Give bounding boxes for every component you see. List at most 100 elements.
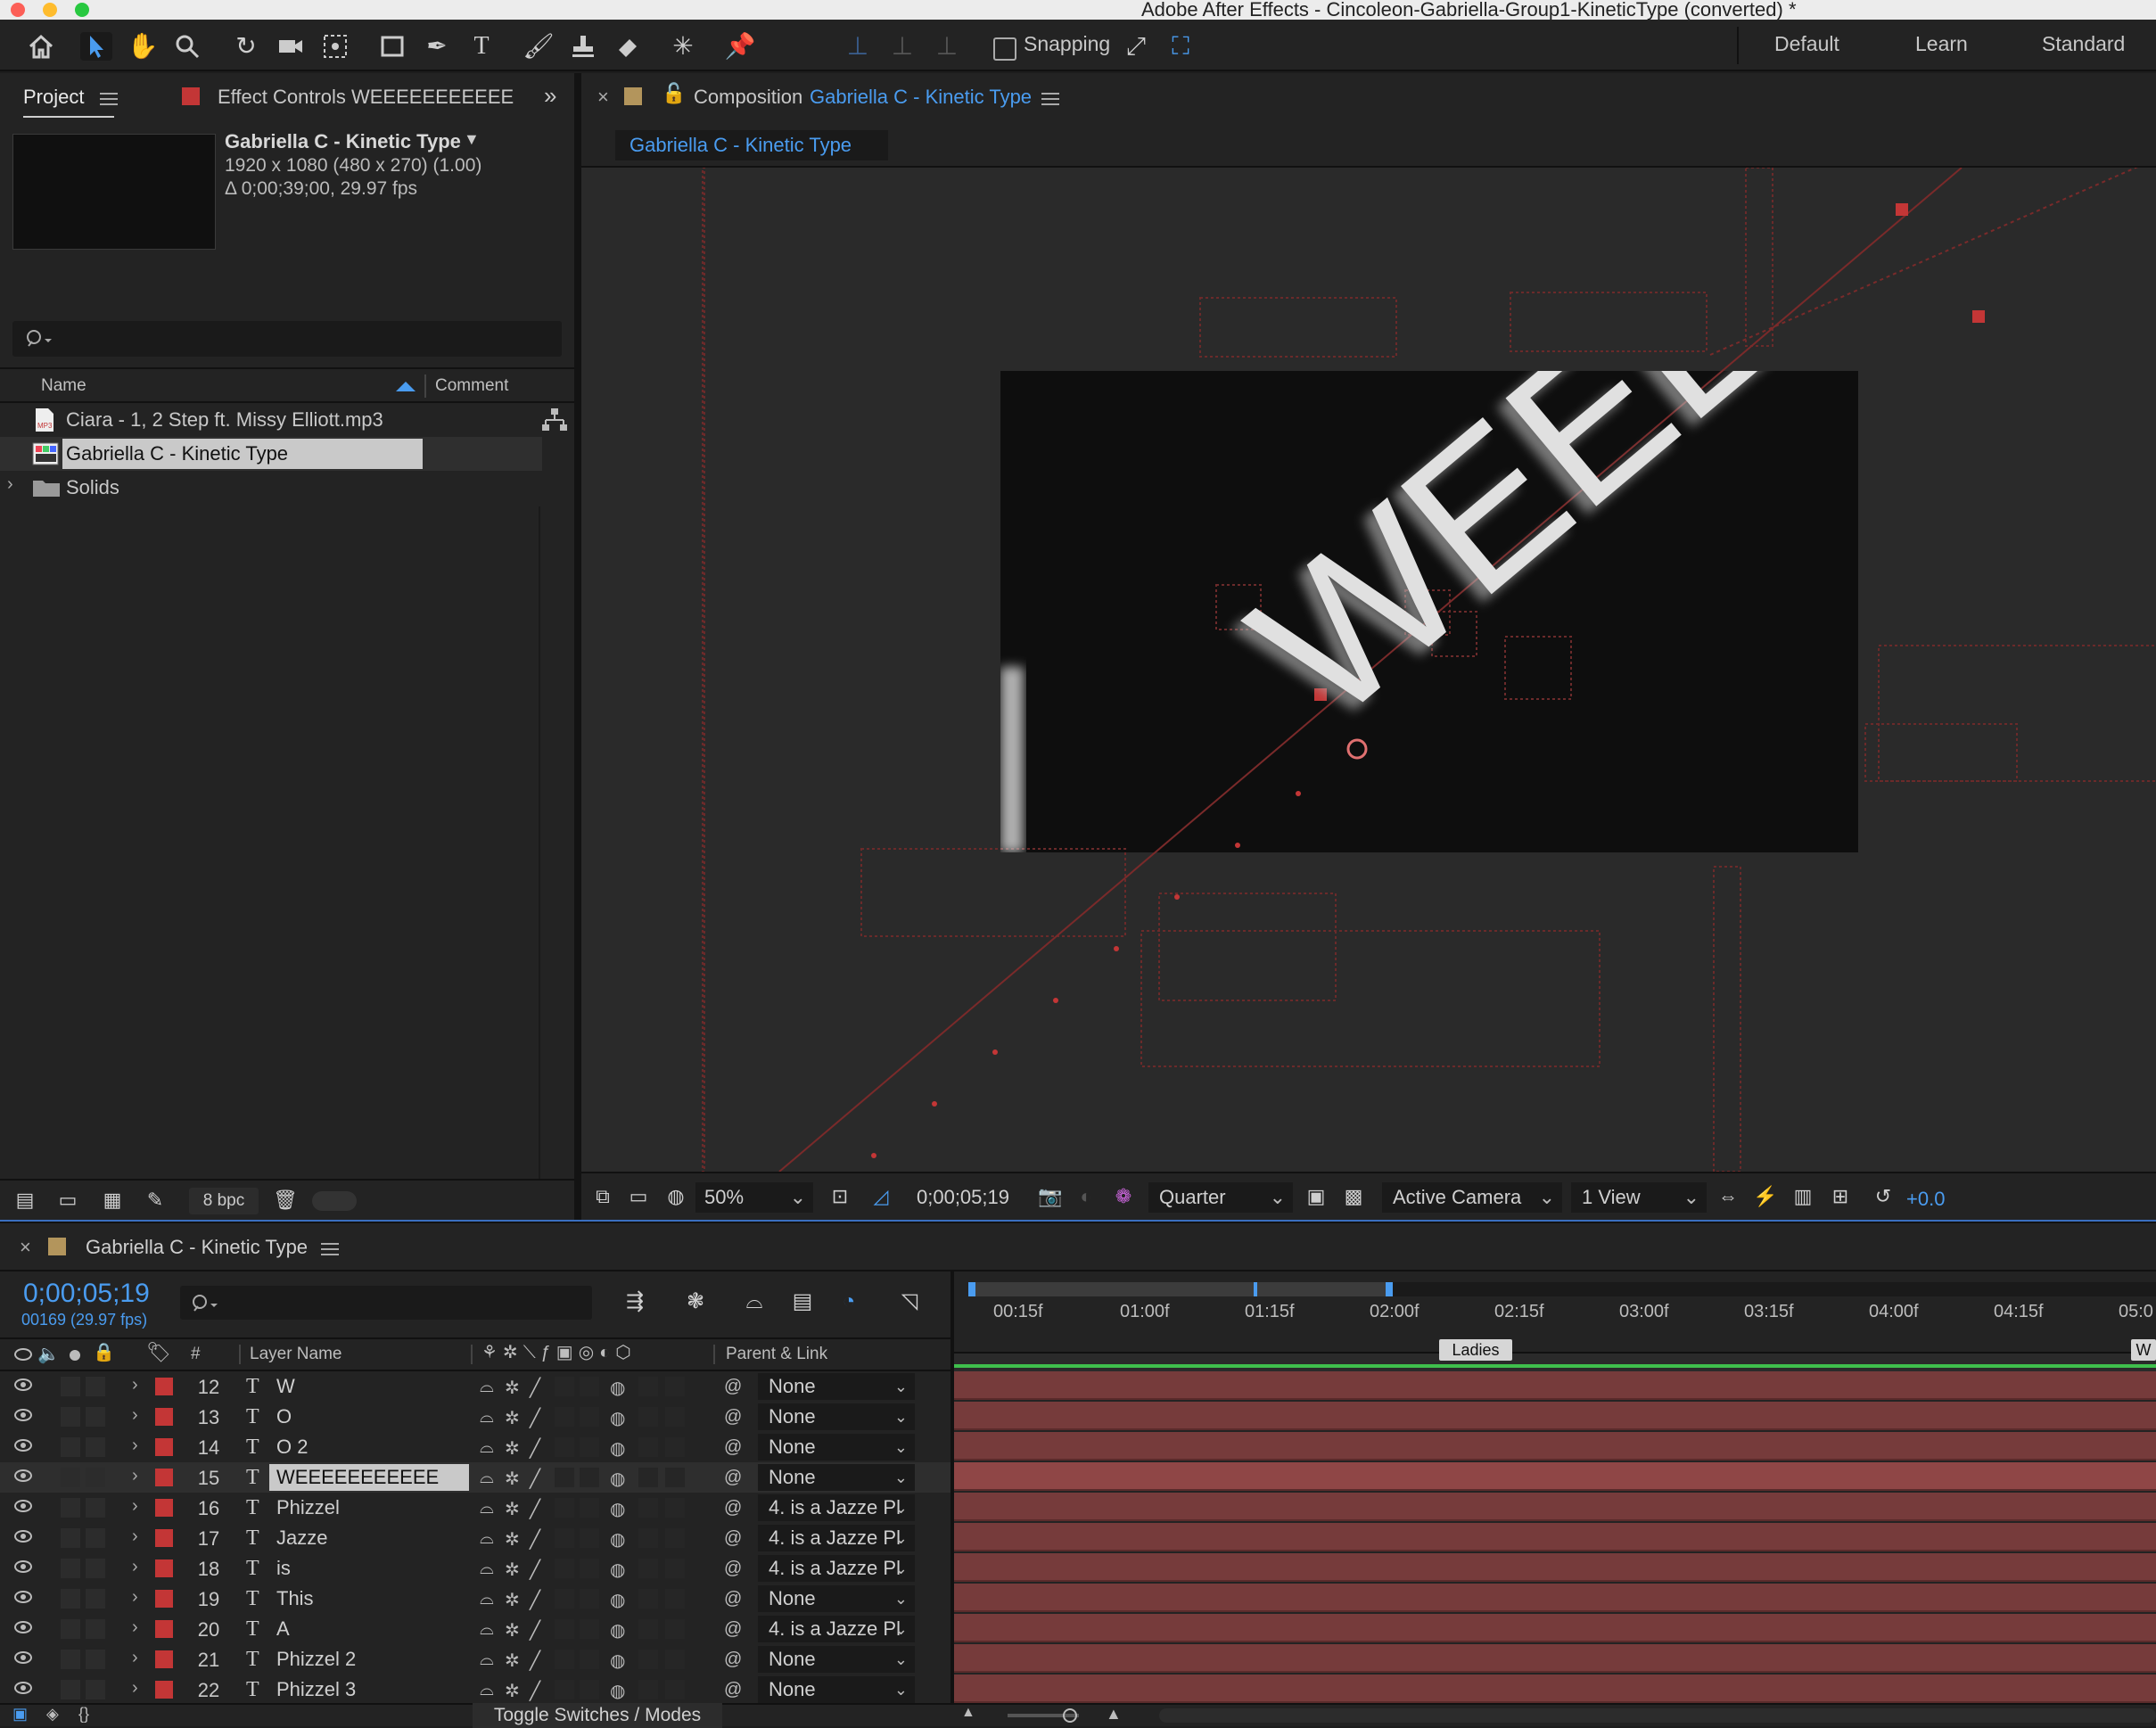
- timeline-icon[interactable]: ▥: [1787, 1182, 1819, 1211]
- pick-whip-icon[interactable]: @: [724, 1528, 742, 1549]
- toggle-transparency-icon[interactable]: ▩: [1337, 1182, 1370, 1211]
- visibility-eye-icon[interactable]: [14, 1651, 32, 1664]
- collapse-switch-icon[interactable]: ✲: [505, 1650, 520, 1672]
- composition-mini-flowchart-icon[interactable]: ⇶: [619, 1288, 651, 1316]
- layer-row[interactable]: › 13 T O ⌓ ✲ ╱ ◍ @ None ⌄: [0, 1402, 954, 1432]
- snapping-checkbox[interactable]: [993, 37, 1016, 61]
- layer-switches-toggle-icon[interactable]: ▣: [12, 1705, 28, 1724]
- quality-switch-icon[interactable]: ╱: [530, 1498, 540, 1520]
- layer-search-input[interactable]: [180, 1286, 592, 1320]
- solo-switch[interactable]: [61, 1407, 80, 1427]
- quality-switch-icon[interactable]: ╱: [530, 1377, 540, 1399]
- zoom-dropdown[interactable]: 50% ⌄: [695, 1182, 813, 1213]
- current-time-display[interactable]: 0;00;05;19: [917, 1182, 1033, 1213]
- expand-chevron-icon[interactable]: ›: [132, 1466, 138, 1486]
- lock-switch[interactable]: [86, 1407, 105, 1427]
- label-tag-icon[interactable]: 🏷: [146, 1341, 171, 1364]
- zoom-in-icon[interactable]: ▲: [1106, 1705, 1122, 1724]
- adjustment-switch[interactable]: [638, 1498, 658, 1518]
- visibility-eye-icon[interactable]: [14, 1500, 32, 1512]
- quality-switch-icon[interactable]: ╱: [530, 1559, 540, 1581]
- layer-label-color[interactable]: [155, 1438, 173, 1456]
- adjustment-switch[interactable]: [638, 1437, 658, 1457]
- solo-switch[interactable]: [61, 1377, 80, 1396]
- world-axis-icon[interactable]: ⊥: [886, 32, 918, 61]
- expand-chevron-icon[interactable]: ›: [132, 1678, 138, 1699]
- close-tab-icon[interactable]: ×: [20, 1236, 31, 1259]
- timeline-splitter[interactable]: [950, 1271, 954, 1703]
- expand-chevron-icon[interactable]: ›: [7, 474, 13, 495]
- adjustment-switch[interactable]: [638, 1468, 658, 1487]
- layer-label-color[interactable]: [155, 1408, 173, 1426]
- graph-editor-icon[interactable]: ◹: [893, 1288, 926, 1316]
- zoom-slider-thumb[interactable]: [1063, 1708, 1077, 1723]
- motion-blur-icon[interactable]: ◔: [833, 1288, 865, 1316]
- visibility-eye-icon[interactable]: [14, 1469, 32, 1482]
- roto-brush-tool-icon[interactable]: ✳: [667, 32, 699, 61]
- 3d-layer-switch[interactable]: [665, 1589, 685, 1609]
- marker-w[interactable]: W: [2131, 1339, 2156, 1361]
- layer-row[interactable]: › 16 T Phizzel ⌓ ✲ ╱ ◍ @4. is a Jazze Pl ⌄: [0, 1493, 954, 1523]
- frame-blend-switch[interactable]: [580, 1528, 599, 1548]
- shy-switch-icon[interactable]: ⌓: [480, 1680, 494, 1700]
- solo-switch[interactable]: [61, 1650, 80, 1669]
- collapse-switch-icon[interactable]: ✲: [505, 1437, 520, 1460]
- solo-switch[interactable]: [61, 1559, 80, 1578]
- thumbnail-slider[interactable]: [312, 1191, 357, 1211]
- layer-label-color[interactable]: [155, 1620, 173, 1638]
- parent-dropdown[interactable]: None ⌄: [758, 1403, 915, 1430]
- list-item[interactable]: › Solids: [0, 471, 535, 505]
- layer-label-color[interactable]: [155, 1499, 173, 1517]
- layer-row[interactable]: › 19 T This ⌓ ✲ ╱ ◍ @ None ⌄: [0, 1584, 954, 1614]
- breadcrumb[interactable]: Gabriella C - Kinetic Type: [615, 130, 888, 160]
- pick-whip-icon[interactable]: @: [724, 1407, 742, 1428]
- lock-switch[interactable]: [86, 1377, 105, 1396]
- pick-whip-icon[interactable]: @: [724, 1498, 742, 1518]
- motion-blur-switch-icon[interactable]: ◍: [610, 1650, 625, 1672]
- layer-name[interactable]: Phizzel 3: [276, 1678, 356, 1701]
- 3d-layer-switch[interactable]: [665, 1680, 685, 1699]
- layer-duration-bar[interactable]: [954, 1614, 2156, 1642]
- solo-switch[interactable]: [61, 1528, 80, 1548]
- expand-chevron-icon[interactable]: ›: [132, 1587, 138, 1608]
- expand-chevron-icon[interactable]: ›: [132, 1405, 138, 1426]
- pick-whip-icon[interactable]: @: [724, 1680, 742, 1700]
- video-visibility-icon[interactable]: [14, 1348, 32, 1361]
- scrollbar-track[interactable]: [539, 506, 540, 1220]
- layer-row[interactable]: › 17 T Jazze ⌓ ✲ ╱ ◍ @4. is a Jazze Pl ⌄: [0, 1523, 954, 1553]
- layer-name[interactable]: O: [276, 1405, 292, 1428]
- layer-label-color[interactable]: [155, 1650, 173, 1668]
- motion-blur-switch-icon[interactable]: ◍: [610, 1619, 625, 1642]
- effect-switch[interactable]: [555, 1407, 574, 1427]
- puppet-pin-tool-icon[interactable]: 📌: [724, 32, 756, 61]
- column-comment[interactable]: Comment: [435, 376, 508, 396]
- parent-dropdown[interactable]: 4. is a Jazze Pl ⌄: [758, 1494, 915, 1521]
- layer-duration-bar[interactable]: [954, 1584, 2156, 1612]
- tab-project[interactable]: Project: [23, 86, 84, 109]
- snap-features-icon[interactable]: ⛶: [1164, 32, 1197, 61]
- frame-blend-switch[interactable]: [580, 1680, 599, 1699]
- rectangle-tool-icon[interactable]: [376, 32, 408, 61]
- layer-row[interactable]: › 21 T Phizzel 2 ⌓ ✲ ╱ ◍ @ None ⌄: [0, 1644, 954, 1675]
- color-channels-icon[interactable]: ❁: [1107, 1182, 1140, 1211]
- adjustment-switch[interactable]: [638, 1650, 658, 1669]
- pick-whip-icon[interactable]: @: [724, 1437, 742, 1458]
- adjustment-switch[interactable]: [638, 1377, 658, 1396]
- layer-duration-bar[interactable]: [954, 1432, 2156, 1461]
- solo-switch[interactable]: [61, 1437, 80, 1457]
- solo-icon[interactable]: [70, 1350, 80, 1361]
- reset-exposure-icon[interactable]: ↺: [1867, 1182, 1899, 1211]
- layer-name[interactable]: W: [276, 1375, 295, 1398]
- work-area-bar[interactable]: [968, 1282, 1393, 1296]
- shy-switch-icon[interactable]: ⌓: [480, 1468, 494, 1488]
- effect-switch[interactable]: [555, 1650, 574, 1669]
- workspace-standard[interactable]: Standard: [2042, 32, 2125, 56]
- parent-dropdown[interactable]: None ⌄: [758, 1434, 915, 1461]
- effect-switch[interactable]: [555, 1498, 574, 1518]
- home-icon[interactable]: [25, 32, 57, 61]
- column-parent[interactable]: Parent & Link: [726, 1345, 827, 1364]
- exposure-value[interactable]: +0.0: [1906, 1188, 1945, 1211]
- layer-row[interactable]: › 18 Tis ⌓ ✲ ╱ ◍ @4. is a Jazze Pl ⌄: [0, 1553, 954, 1584]
- view-layout-dropdown[interactable]: 1 View ⌄: [1571, 1182, 1707, 1213]
- fast-previews-icon[interactable]: ▣: [1300, 1182, 1332, 1211]
